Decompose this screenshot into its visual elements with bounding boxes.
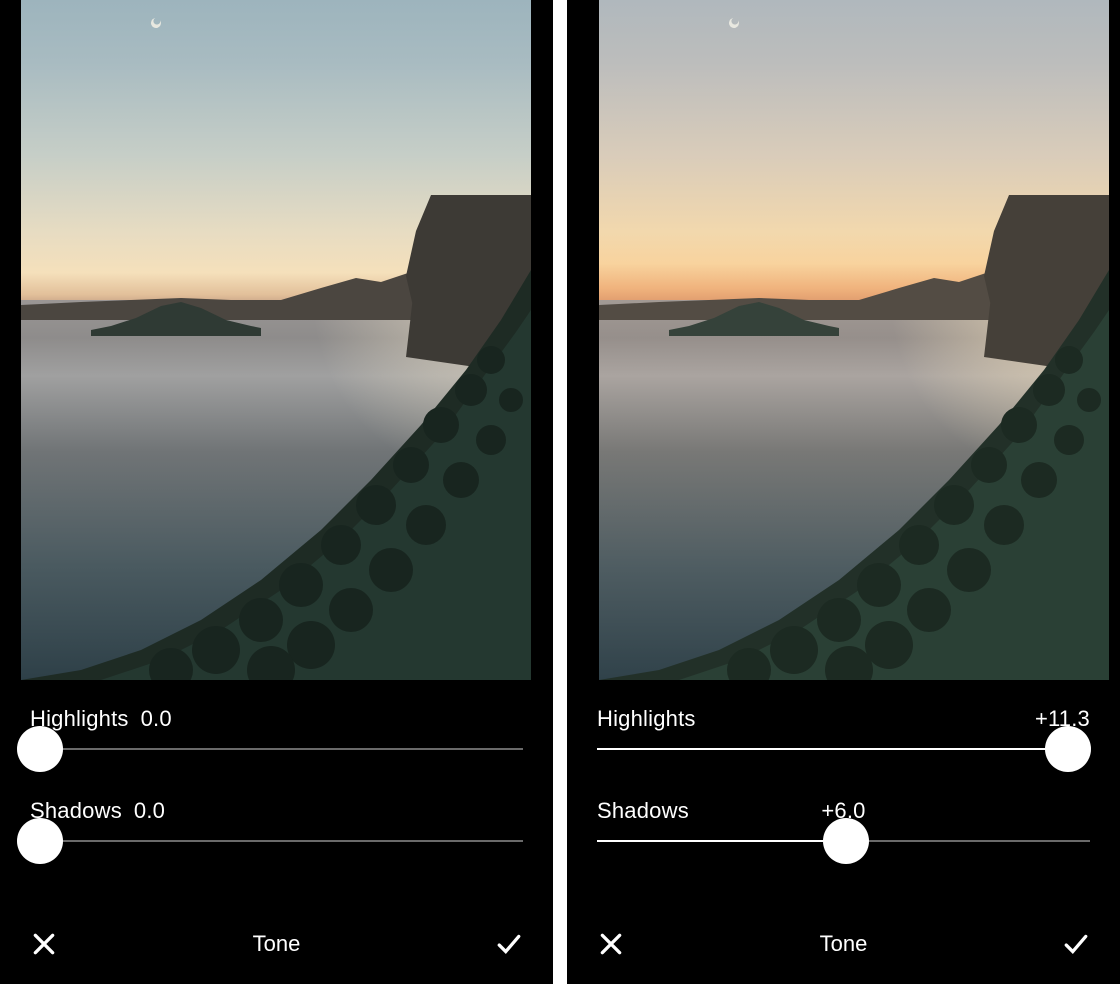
shadows-slider-thumb[interactable] (823, 818, 869, 864)
highlights-slider-thumb[interactable] (1045, 726, 1091, 772)
photo-preview (21, 0, 531, 680)
highlights-value: 0.0 (141, 706, 172, 732)
shadows-labels: Shadows 0.0 (30, 798, 523, 824)
photo-slope (21, 270, 531, 680)
editor-panel-edited: Highlights +11.3 Shadows +6.0 Tone (567, 0, 1120, 984)
check-icon (496, 931, 522, 957)
cancel-button[interactable] (26, 926, 62, 962)
shadows-slider-block: Shadows 0.0 (30, 798, 523, 842)
highlights-labels: Highlights 0.0 (30, 706, 523, 732)
highlights-slider-fill (597, 748, 1068, 750)
shadows-slider-fill (597, 840, 846, 842)
highlights-labels: Highlights +11.3 (597, 706, 1090, 732)
photo-slope (599, 270, 1109, 680)
confirm-button[interactable] (1058, 926, 1094, 962)
highlights-slider-block: Highlights 0.0 (30, 706, 523, 750)
highlights-slider-block: Highlights +11.3 (597, 706, 1090, 750)
highlights-slider[interactable] (597, 748, 1090, 750)
shadows-label: Shadows (597, 798, 689, 824)
tool-title: Tone (253, 931, 301, 957)
shadows-slider-thumb[interactable] (17, 818, 63, 864)
shadows-value: 0.0 (134, 798, 165, 824)
highlights-label: Highlights (597, 706, 696, 732)
highlights-slider[interactable] (30, 748, 523, 750)
shadows-slider[interactable] (597, 840, 1090, 842)
shadows-slider[interactable] (30, 840, 523, 842)
close-icon (31, 931, 57, 957)
check-icon (1063, 931, 1089, 957)
bottom-toolbar: Tone (567, 926, 1120, 962)
photo-preview (599, 0, 1109, 680)
confirm-button[interactable] (491, 926, 527, 962)
close-icon (598, 931, 624, 957)
bottom-toolbar: Tone (0, 926, 553, 962)
editor-panel-original: Highlights 0.0 Shadows 0.0 Tone (0, 0, 553, 984)
shadows-slider-block: Shadows +6.0 (597, 798, 1090, 842)
cancel-button[interactable] (593, 926, 629, 962)
highlights-slider-thumb[interactable] (17, 726, 63, 772)
tool-title: Tone (820, 931, 868, 957)
